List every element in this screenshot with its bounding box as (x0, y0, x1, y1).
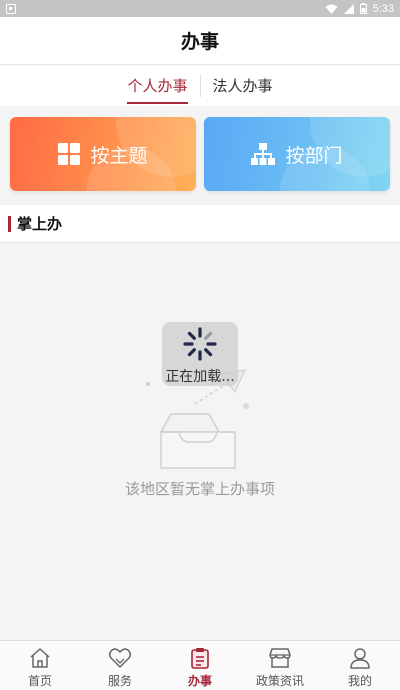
nav-policy[interactable]: 政策资讯 (240, 641, 320, 690)
nav-affairs-label: 办事 (187, 674, 212, 688)
category-cards: 按主题 按部门 (0, 106, 400, 204)
nav-affairs[interactable]: 办事 (160, 641, 240, 690)
heart-tag-icon (108, 648, 132, 668)
section-header: 掌上办 (0, 205, 400, 243)
store-icon (269, 648, 291, 668)
nav-home[interactable]: 首页 (0, 641, 80, 690)
wifi-icon (325, 4, 338, 14)
user-icon (350, 648, 370, 669)
status-time: 5:33 (372, 2, 394, 15)
tab-corporate[interactable]: 法人办事 (201, 66, 285, 106)
nav-service-label: 服务 (107, 674, 132, 688)
bottom-nav: 首页 服务 办事 政策资讯 我的 (0, 640, 400, 690)
nav-mine-label: 我的 (347, 674, 372, 688)
nav-home-label: 首页 (27, 674, 52, 688)
tab-personal[interactable]: 个人办事 (115, 66, 199, 106)
empty-state-text: 该地区暂无掌上办事项 (124, 480, 275, 498)
clipboard-icon (191, 648, 209, 669)
loading-spinner-icon (183, 327, 217, 361)
nav-policy-label: 政策资讯 (255, 674, 304, 688)
by-theme-label: 按主题 (90, 144, 148, 167)
by-theme-button[interactable]: 按主题 (10, 117, 196, 191)
section-accent-bar (8, 215, 11, 232)
notification-icon (6, 3, 16, 14)
page-title: 办事 (180, 31, 219, 53)
tab-bar: 个人办事 法人办事 (0, 66, 400, 106)
status-bar: 5:33 (0, 0, 400, 17)
signal-icon (343, 3, 354, 14)
section-title: 掌上办 (17, 215, 63, 233)
by-department-label: 按部门 (285, 144, 343, 167)
nav-mine[interactable]: 我的 (320, 641, 400, 690)
app-header: 办事 (0, 17, 400, 65)
status-indicators: 5:33 (325, 3, 394, 15)
grid-icon (58, 143, 81, 165)
org-chart-icon (251, 143, 276, 165)
nav-service[interactable]: 服务 (80, 641, 160, 690)
home-icon (30, 648, 50, 668)
by-department-button[interactable]: 按部门 (204, 117, 390, 191)
loading-text: 正在加载... (165, 369, 235, 385)
battery-icon (359, 3, 367, 14)
